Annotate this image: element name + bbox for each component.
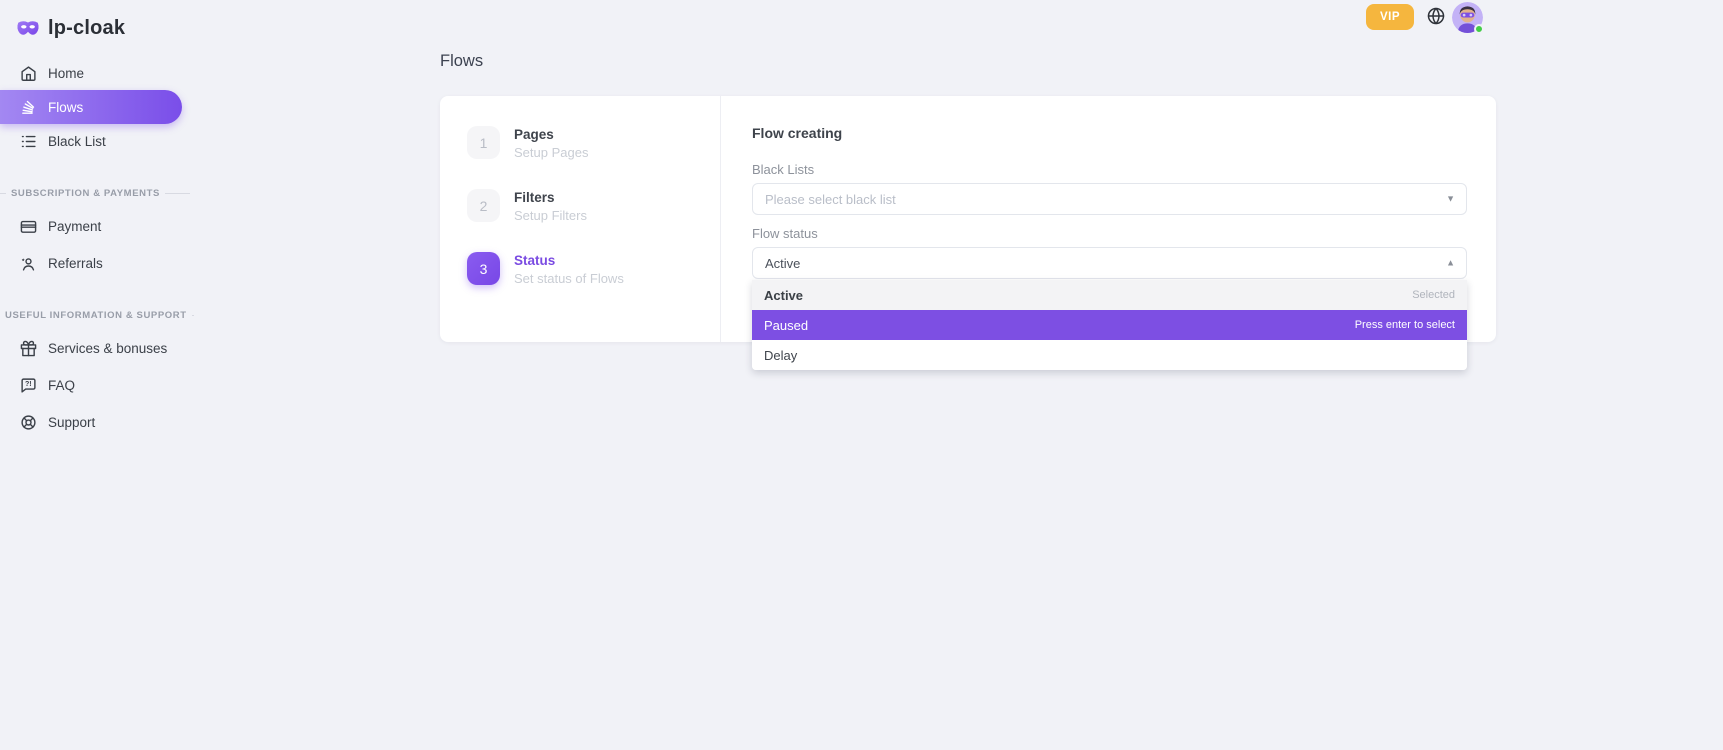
sidebar-item-support[interactable]: Support: [0, 405, 182, 439]
sidebar-item-services-bonuses[interactable]: Services & bonuses: [0, 331, 182, 365]
step-filters[interactable]: 2 Filters Setup Filters: [467, 189, 720, 223]
option-state-text: Selected: [1412, 289, 1455, 301]
lifebuoy-icon: [20, 414, 37, 431]
app-name: lp-cloak: [48, 17, 125, 40]
user-avatar[interactable]: [1452, 2, 1483, 33]
step-title: Pages: [514, 126, 588, 142]
sidebar-item-label: Flows: [48, 100, 83, 115]
sidebar-item-faq[interactable]: ?! FAQ: [0, 368, 182, 402]
black-lists-placeholder: Please select black list: [765, 192, 896, 207]
page-title: Flows: [440, 52, 483, 71]
step-title: Filters: [514, 189, 587, 205]
sidebar-item-payment[interactable]: Payment: [0, 209, 182, 243]
step-number-badge: 1: [467, 126, 500, 159]
step-status[interactable]: 3 Status Set status of Flows: [467, 252, 720, 286]
step-subtitle: Setup Filters: [514, 208, 587, 223]
app-logo[interactable]: lp-cloak: [0, 0, 200, 45]
sidebar-item-label: Referrals: [48, 256, 103, 271]
gift-icon: [20, 340, 37, 357]
sidebar-item-referrals[interactable]: Referrals: [0, 246, 182, 280]
mask-logo-icon: [16, 20, 40, 37]
black-lists-label: Black Lists: [752, 162, 1467, 177]
sidebar-item-label: Support: [48, 415, 95, 430]
person-star-icon: [20, 255, 37, 272]
chevron-up-icon: ▲: [1446, 259, 1455, 268]
sidebar-section-useful-info-support: USEFUL INFORMATION & SUPPORT: [0, 308, 200, 322]
form-title: Flow creating: [752, 125, 1467, 141]
flow-status-select[interactable]: Active ▲: [752, 247, 1467, 279]
svg-text:?!: ?!: [25, 380, 32, 388]
sidebar-section-subscription-payments: SUBSCRIPTION & PAYMENTS: [0, 186, 200, 200]
sidebar-item-flows[interactable]: Flows: [0, 90, 182, 124]
sidebar-item-label: Payment: [48, 219, 101, 234]
step-subtitle: Setup Pages: [514, 145, 588, 160]
chevron-down-icon: ▼: [1446, 195, 1455, 204]
step-title: Status: [514, 252, 624, 268]
online-status-dot: [1474, 24, 1484, 34]
sidebar-item-label: Home: [48, 66, 84, 81]
wizard-steps: 1 Pages Setup Pages 2 Filters Setup Filt…: [440, 96, 721, 342]
sidebar-item-label: Services & bonuses: [48, 341, 167, 356]
sidebar-item-black-list[interactable]: Black List: [0, 124, 182, 158]
sidebar-item-home[interactable]: Home: [0, 56, 182, 90]
vip-button[interactable]: VIP: [1366, 4, 1414, 30]
sidebar-item-label: FAQ: [48, 378, 75, 393]
flows-stack-icon: [20, 99, 37, 116]
option-paused[interactable]: Paused Press enter to select: [752, 310, 1467, 340]
step-number-badge: 3: [467, 252, 500, 285]
faq-bubble-icon: ?!: [20, 377, 37, 394]
flow-status-value: Active: [765, 256, 800, 271]
sidebar: lp-cloak Home Flows Black List SUBSCRIPT…: [0, 0, 200, 750]
flow-creating-card: 1 Pages Setup Pages 2 Filters Setup Filt…: [440, 96, 1496, 342]
flow-status-dropdown: Active Selected Paused Press enter to se…: [752, 280, 1467, 370]
option-state-text: Press enter to select: [1355, 319, 1455, 331]
sidebar-item-label: Black List: [48, 134, 106, 149]
step-number-badge: 2: [467, 189, 500, 222]
option-active[interactable]: Active Selected: [752, 280, 1467, 310]
flow-status-label: Flow status: [752, 226, 1467, 241]
black-lists-select[interactable]: Please select black list ▼: [752, 183, 1467, 215]
flow-creating-form: Flow creating Black Lists Please select …: [721, 96, 1496, 279]
step-pages[interactable]: 1 Pages Setup Pages: [467, 126, 720, 160]
home-icon: [20, 65, 37, 82]
list-icon: [20, 133, 37, 150]
globe-icon[interactable]: [1427, 7, 1445, 25]
step-subtitle: Set status of Flows: [514, 271, 624, 286]
sidebar-nav: Home Flows Black List SUBSCRIPTION & PAY…: [0, 56, 200, 439]
option-delay[interactable]: Delay: [752, 340, 1467, 370]
credit-card-icon: [20, 218, 37, 235]
